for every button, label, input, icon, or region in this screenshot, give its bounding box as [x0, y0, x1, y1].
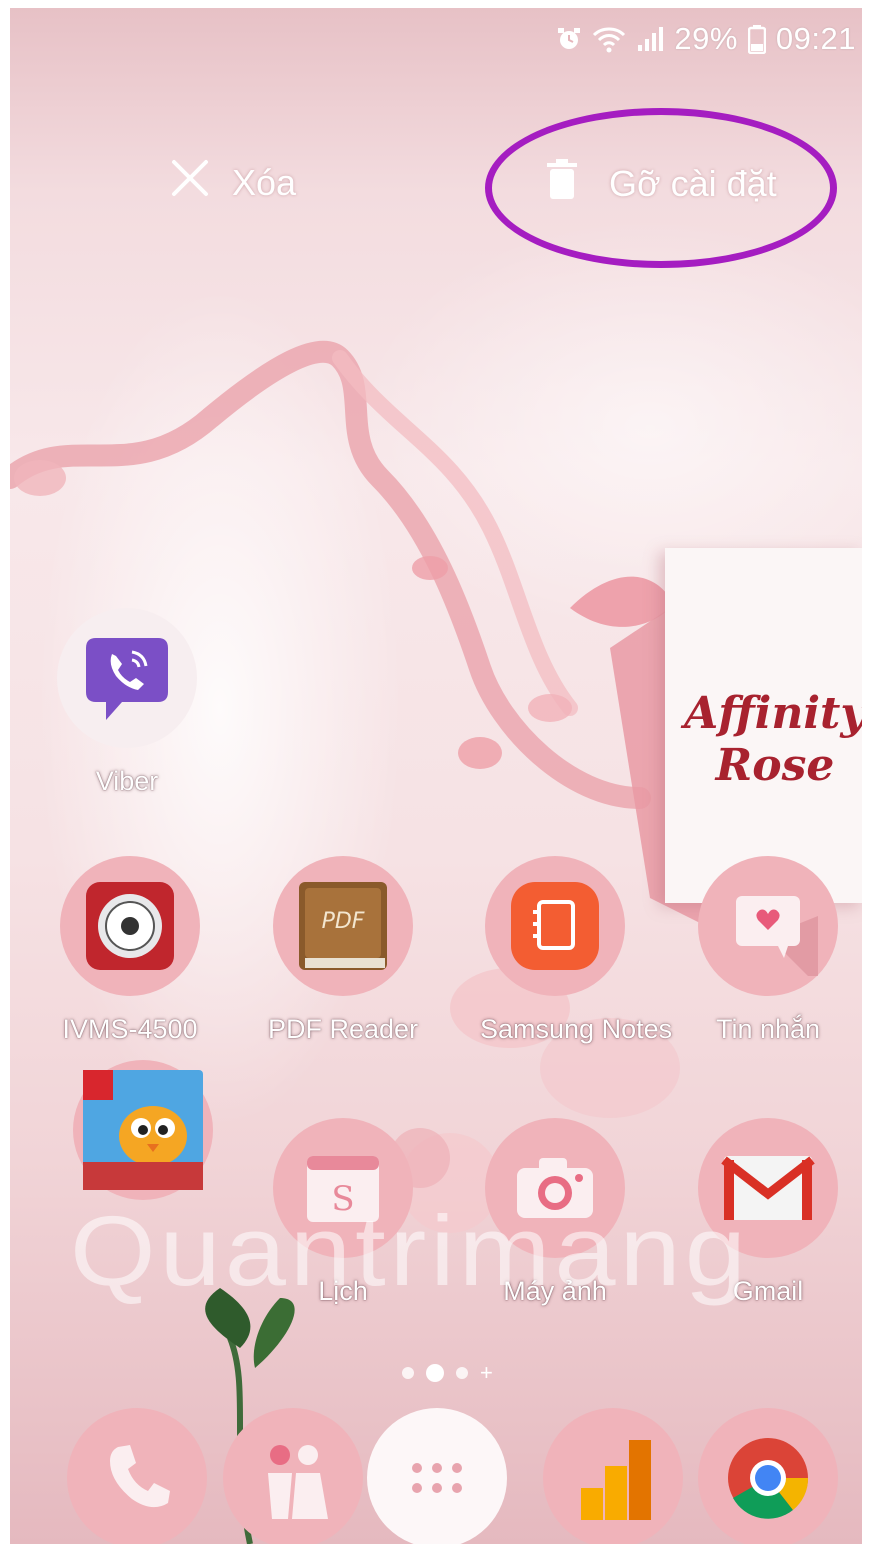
signal-icon — [636, 25, 664, 53]
pdf-reader-icon: PDF — [273, 856, 413, 996]
remove-label: Xóa — [232, 161, 297, 203]
dock-phone[interactable] — [62, 1408, 212, 1544]
close-icon — [170, 158, 210, 207]
battery-icon — [747, 24, 766, 54]
dock-apps-drawer[interactable] — [362, 1408, 512, 1544]
chrome-icon — [698, 1408, 838, 1544]
home-screen: Affinity Rose 29% 09:21 Xóa Gỡ cài đặt V… — [10, 8, 862, 1544]
highlight-annotation — [485, 108, 837, 268]
game-icon — [73, 1060, 213, 1200]
apps-grid-icon — [367, 1408, 507, 1544]
dock-analytics[interactable] — [538, 1408, 688, 1544]
wallpaper-card-text: Affinity Rose — [680, 688, 862, 792]
wifi-icon — [592, 25, 626, 53]
app-label: Samsung Notes — [480, 1014, 673, 1044]
dock-chrome[interactable] — [693, 1408, 843, 1544]
app-label: PDF Reader — [268, 1014, 419, 1044]
app-label: Tin nhắn — [715, 1014, 821, 1044]
status-bar: 29% 09:21 — [556, 8, 862, 70]
remove-shortcut-action[interactable]: Xóa — [170, 158, 296, 207]
app-label: Viber — [95, 766, 159, 796]
page-indicator: + — [402, 1362, 493, 1384]
contacts-icon — [223, 1408, 363, 1544]
page-dot[interactable] — [456, 1367, 468, 1379]
add-page-icon[interactable]: + — [480, 1362, 493, 1384]
dock-contacts[interactable] — [218, 1408, 368, 1544]
viber-icon — [57, 608, 197, 748]
watermark: Quantrimang — [70, 1196, 750, 1307]
app-pdf-reader[interactable]: PDF PDF Reader — [268, 856, 418, 1045]
app-samsung-notes[interactable]: Samsung Notes — [480, 856, 673, 1045]
phone-icon — [67, 1408, 207, 1544]
page-dot[interactable] — [402, 1367, 414, 1379]
app-viber[interactable]: Viber — [52, 608, 202, 797]
pdf-icon-text: PDF — [322, 909, 365, 934]
battery-percent: 29% — [674, 21, 738, 56]
messages-icon — [698, 856, 838, 996]
app-label: IVMS-4500 — [62, 1014, 198, 1044]
alarm-icon — [556, 26, 582, 52]
app-messages[interactable]: Tin nhắn — [693, 856, 843, 1045]
card-line-2: Rose — [715, 740, 835, 791]
app-ivms-4500[interactable]: IVMS-4500 — [55, 856, 205, 1045]
ivms-icon — [60, 856, 200, 996]
page-dot-active[interactable] — [426, 1364, 444, 1382]
samsung-notes-icon — [485, 856, 625, 996]
clock: 09:21 — [775, 21, 856, 56]
analytics-icon — [543, 1408, 683, 1544]
card-line-1: Affinity — [684, 688, 862, 739]
